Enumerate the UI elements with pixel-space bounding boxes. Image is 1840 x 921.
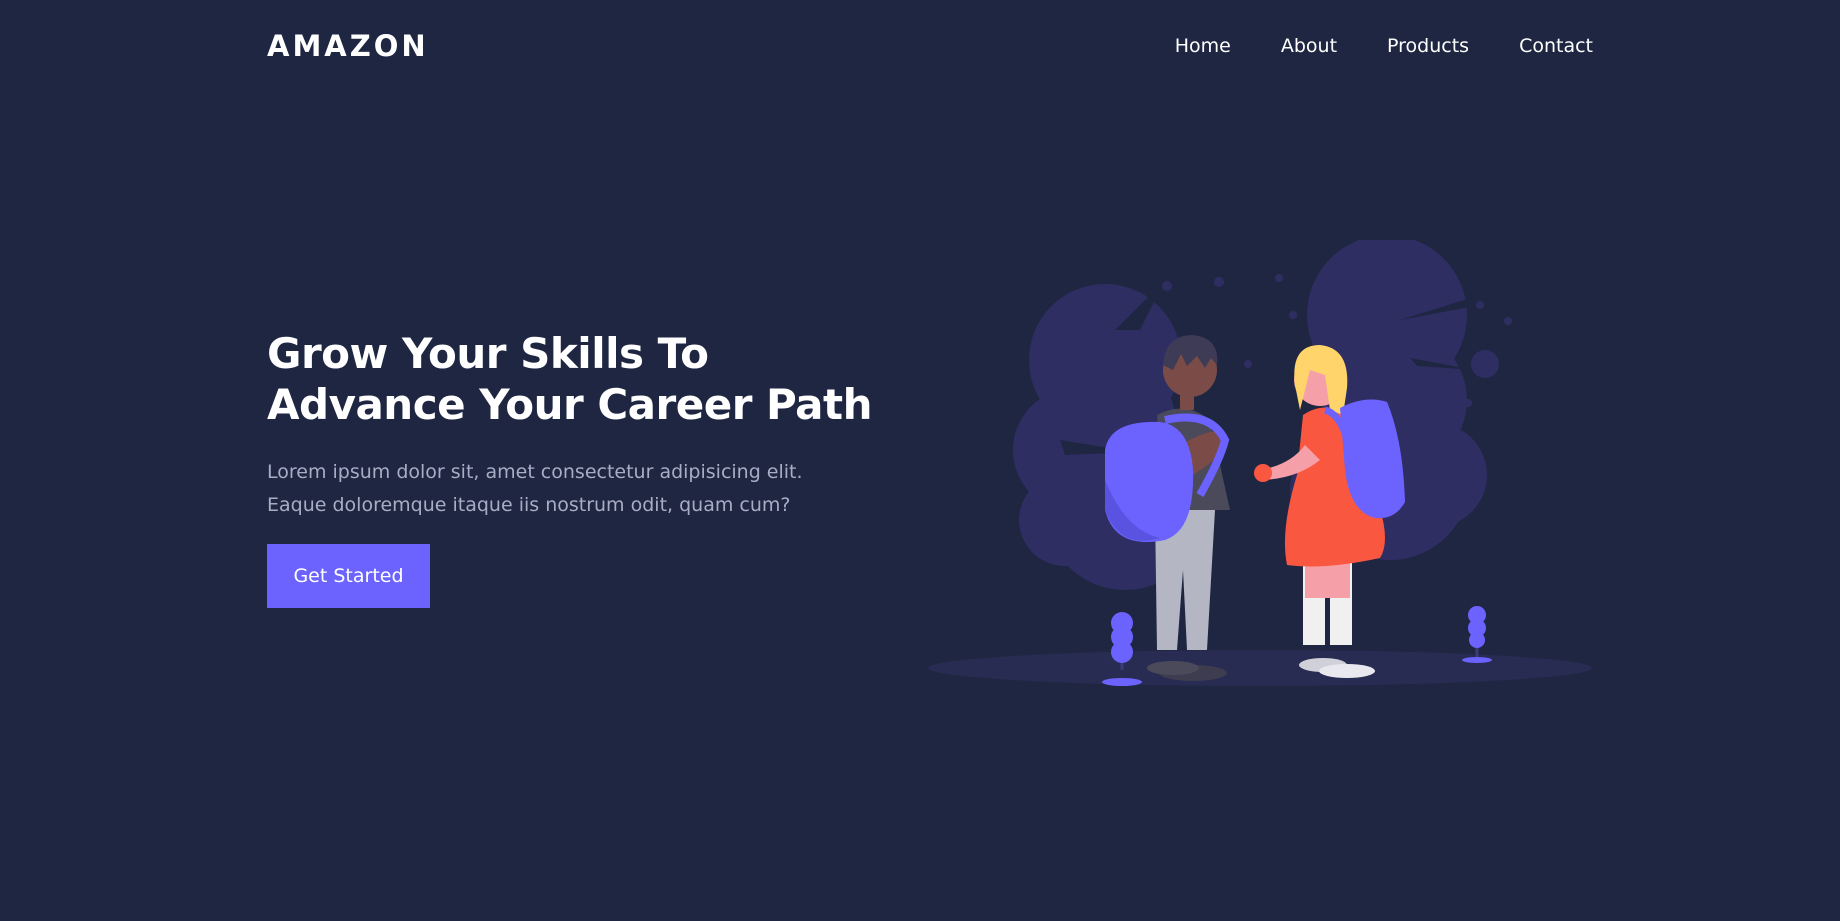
nav-link-about[interactable]: About: [1281, 35, 1337, 57]
nav-link-products[interactable]: Products: [1387, 35, 1469, 57]
nav-item-contact: Contact: [1519, 35, 1593, 57]
hero-description: Lorem ipsum dolor sit, amet consectetur …: [267, 461, 803, 516]
navbar: AMAZON Home About Products Contact: [267, 0, 1593, 92]
get-started-button[interactable]: Get Started: [267, 544, 430, 608]
nav-menu: Home About Products Contact: [1175, 35, 1593, 57]
students-illustration: [928, 240, 1592, 686]
nav-item-products: Products: [1387, 35, 1469, 57]
nav-link-home[interactable]: Home: [1175, 35, 1231, 57]
nav-item-about: About: [1281, 35, 1337, 57]
hero-section: Grow Your Skills To Advance Your Career …: [267, 328, 907, 608]
ground-shadow: [928, 650, 1592, 686]
logo[interactable]: AMAZON: [267, 29, 429, 63]
nav-item-home: Home: [1175, 35, 1231, 57]
nav-link-contact[interactable]: Contact: [1519, 35, 1593, 57]
hero-title: Grow Your Skills To Advance Your Career …: [267, 329, 873, 429]
